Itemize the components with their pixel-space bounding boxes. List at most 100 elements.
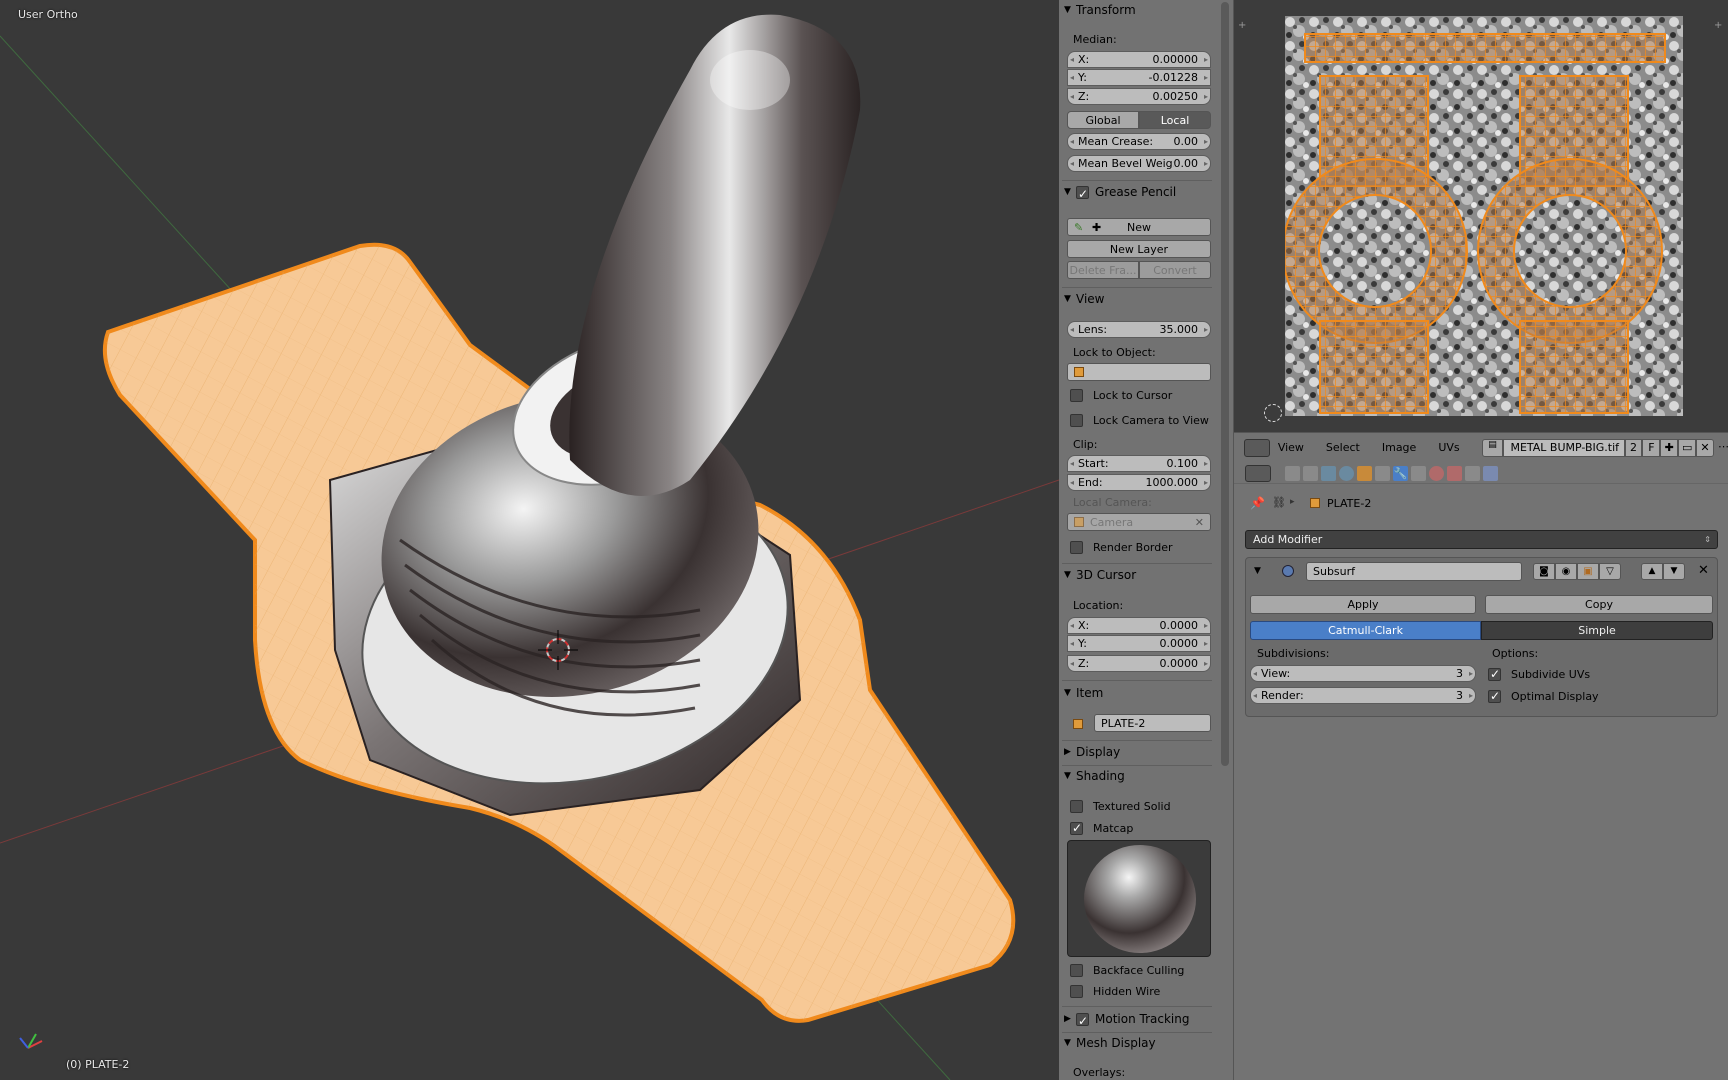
add-modifier-dropdown[interactable]: Add Modifier ⇕ xyxy=(1245,530,1718,549)
subdiv-view-field[interactable]: View:3 xyxy=(1250,665,1476,682)
3d-viewport[interactable]: User Ortho (0) PLATE-2 xyxy=(0,0,1059,1080)
editor-type-icon[interactable] xyxy=(1244,438,1270,457)
cursor-x-field[interactable]: X:0.0000 xyxy=(1067,617,1211,634)
remove-modifier-icon[interactable]: ✕ xyxy=(1698,563,1709,578)
move-up-icon[interactable]: ▲ xyxy=(1641,563,1663,580)
mean-bevel-field[interactable]: Mean Bevel Weig:0.00 xyxy=(1067,155,1211,172)
editor-type-icon[interactable] xyxy=(1245,465,1271,482)
clip-label: Clip: xyxy=(1073,438,1098,451)
divider xyxy=(1062,180,1212,181)
display-header[interactable]: ▶ Display xyxy=(1064,743,1120,761)
menu-select[interactable]: Select xyxy=(1326,441,1360,454)
subdiv-render-field[interactable]: Render:3 xyxy=(1250,687,1476,704)
render-toggle-icon[interactable]: ◙ xyxy=(1533,563,1555,580)
clip-start-field[interactable]: Start:0.100 xyxy=(1067,455,1211,472)
lens-field[interactable]: Lens:35.000 xyxy=(1067,321,1211,338)
fake-user-button[interactable]: F xyxy=(1642,438,1661,457)
move-down-icon[interactable]: ▼ xyxy=(1663,563,1685,580)
close-icon[interactable]: ✕ xyxy=(1195,516,1204,529)
textured-solid-checkbox[interactable]: Textured Solid xyxy=(1070,798,1171,814)
physics-tab-icon[interactable] xyxy=(1483,466,1498,481)
median-y-field[interactable]: Y:-0.01228 xyxy=(1067,69,1211,86)
render-border-checkbox[interactable]: Render Border xyxy=(1070,539,1173,555)
subdivisions-label: Subdivisions: xyxy=(1257,647,1330,660)
object-tab-icon[interactable] xyxy=(1357,466,1372,481)
scene-tab-icon[interactable] xyxy=(1321,466,1336,481)
image-users-count[interactable]: 2 xyxy=(1624,438,1643,457)
cursor-y-field[interactable]: Y:0.0000 xyxy=(1067,635,1211,652)
transform-header[interactable]: ▼ Transform xyxy=(1064,1,1136,19)
sidebar-scrollbar[interactable] xyxy=(1221,2,1229,766)
delete-frame-button[interactable]: Delete Fra... xyxy=(1067,261,1139,279)
texture-tab-icon[interactable] xyxy=(1447,466,1462,481)
image-name-field[interactable]: METAL BUMP-BIG.tif xyxy=(1503,438,1625,457)
mesh-display-header[interactable]: ▼ Mesh Display xyxy=(1064,1034,1156,1052)
clip-end-field[interactable]: End:1000.000 xyxy=(1067,474,1211,491)
3d-cursor-header[interactable]: ▼ 3D Cursor xyxy=(1064,566,1136,584)
view-header[interactable]: ▼ View xyxy=(1064,290,1104,308)
matcap-preview[interactable] xyxy=(1067,840,1211,957)
area-corner-icon[interactable]: + xyxy=(1238,20,1246,31)
copy-button[interactable]: Copy xyxy=(1485,595,1713,614)
lock-object-field[interactable] xyxy=(1067,363,1211,381)
simple-toggle[interactable]: Simple xyxy=(1481,621,1713,640)
shading-header[interactable]: ▼ Shading xyxy=(1064,767,1125,785)
pin-icon[interactable]: 📌 xyxy=(1250,496,1265,510)
convert-button[interactable]: Convert xyxy=(1139,261,1211,279)
collapse-icon[interactable]: ▼ xyxy=(1254,566,1261,576)
divider xyxy=(1062,1006,1212,1007)
menu-uvs[interactable]: UVs xyxy=(1438,441,1459,454)
constraints-tab-icon[interactable] xyxy=(1375,466,1390,481)
viewport-toggle-icon[interactable]: ◉ xyxy=(1555,563,1577,580)
modifier-name-field[interactable]: Subsurf xyxy=(1306,562,1522,581)
new-image-icon[interactable]: ✚ xyxy=(1660,438,1679,457)
mean-crease-field[interactable]: Mean Crease:0.00 xyxy=(1067,133,1211,150)
median-x-field[interactable]: X:0.00000 xyxy=(1067,51,1211,68)
local-camera-field[interactable]: Camera ✕ xyxy=(1067,513,1211,531)
expand-down-icon: ▼ xyxy=(1064,570,1071,580)
cage-toggle-icon[interactable]: ▽ xyxy=(1599,563,1621,580)
optimal-display-checkbox[interactable]: Optimal Display xyxy=(1488,688,1599,704)
uv-texture-image[interactable] xyxy=(1282,16,1683,416)
matcap-checkbox[interactable]: Matcap xyxy=(1070,820,1133,836)
data-tab-icon[interactable] xyxy=(1411,466,1426,481)
area-corner-icon[interactable]: + xyxy=(1714,20,1722,31)
backface-culling-checkbox[interactable]: Backface Culling xyxy=(1070,962,1184,978)
new-layer-button[interactable]: New Layer xyxy=(1067,240,1211,258)
subdivide-uvs-checkbox[interactable]: Subdivide UVs xyxy=(1488,666,1590,682)
apply-button[interactable]: Apply xyxy=(1250,595,1476,614)
lock-camera-checkbox[interactable]: Lock Camera to View xyxy=(1070,412,1209,428)
world-tab-icon[interactable] xyxy=(1339,466,1354,481)
image-browse-icon[interactable]: ▤ xyxy=(1481,438,1504,457)
menu-view[interactable]: View xyxy=(1278,441,1304,454)
motion-tracking-header[interactable]: ▶Motion Tracking xyxy=(1064,1010,1189,1030)
catmull-clark-toggle[interactable]: Catmull-Clark xyxy=(1250,621,1481,640)
location-label: Location: xyxy=(1073,599,1124,612)
open-folder-icon[interactable]: ▭ xyxy=(1678,438,1697,457)
item-name-field[interactable]: PLATE-2 xyxy=(1094,714,1211,732)
hidden-wire-checkbox[interactable]: Hidden Wire xyxy=(1070,983,1160,999)
object-cube-icon xyxy=(1310,498,1320,508)
lock-to-cursor-checkbox[interactable]: Lock to Cursor xyxy=(1070,387,1172,403)
motion-tracking-checkbox[interactable] xyxy=(1076,1012,1089,1030)
render-tab-icon[interactable] xyxy=(1285,466,1300,481)
expand-down-icon: ▼ xyxy=(1064,688,1071,698)
particles-tab-icon[interactable] xyxy=(1465,466,1480,481)
unlink-icon[interactable]: ✕ xyxy=(1696,438,1714,457)
modifiers-tab-icon[interactable]: 🔧 xyxy=(1393,466,1408,481)
editmode-toggle-icon[interactable]: ▣ xyxy=(1577,563,1599,580)
grease-pencil-header[interactable]: ▼Grease Pencil xyxy=(1064,183,1176,203)
menu-image[interactable]: Image xyxy=(1382,441,1416,454)
render-layers-tab-icon[interactable] xyxy=(1303,466,1318,481)
median-z-field[interactable]: Z:0.00250 xyxy=(1067,88,1211,105)
more-icon[interactable]: ⋯ xyxy=(1718,439,1728,457)
grease-pencil-new-button[interactable]: ✎ ✚ New xyxy=(1067,218,1211,236)
grease-pencil-checkbox[interactable] xyxy=(1076,185,1089,203)
local-toggle[interactable]: Local xyxy=(1139,111,1211,129)
material-tab-icon[interactable] xyxy=(1429,466,1444,481)
cursor-z-field[interactable]: Z:0.0000 xyxy=(1067,655,1211,672)
uv-editor-header: View Select Image UVs ▤ METAL BUMP-BIG.t… xyxy=(1234,432,1728,462)
global-toggle[interactable]: Global xyxy=(1067,111,1139,129)
overlays-label: Overlays: xyxy=(1073,1066,1126,1079)
item-header[interactable]: ▼ Item xyxy=(1064,684,1103,702)
